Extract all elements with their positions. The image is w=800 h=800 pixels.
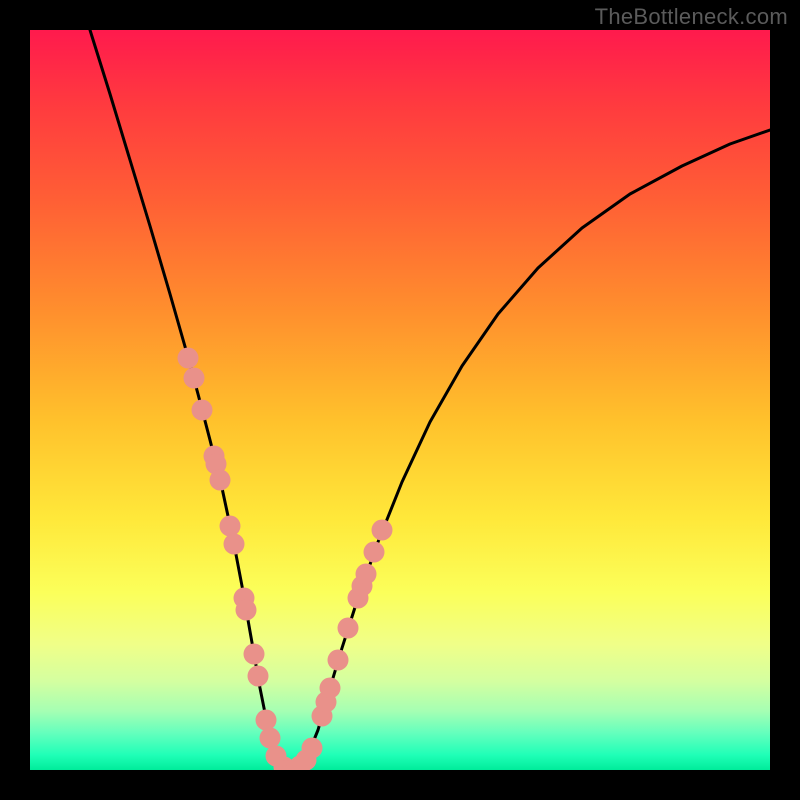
marker-right-2 <box>320 678 341 699</box>
marker-right-4 <box>338 618 359 639</box>
marker-right-9 <box>372 520 393 541</box>
curve-path <box>90 30 770 770</box>
marker-left-9 <box>236 600 257 621</box>
marker-left-0 <box>178 348 199 369</box>
marker-bottom-0 <box>256 710 277 731</box>
marker-bottom-9 <box>302 738 323 759</box>
marker-bottom-1 <box>260 728 281 749</box>
marker-left-1 <box>184 368 205 389</box>
marker-left-10 <box>244 644 265 665</box>
marker-left-6 <box>220 516 241 537</box>
marker-right-7 <box>356 564 377 585</box>
watermark-text: TheBottleneck.com <box>595 4 788 30</box>
marker-right-3 <box>328 650 349 671</box>
bottleneck-curve-chart <box>30 30 770 770</box>
marker-left-7 <box>224 534 245 555</box>
chart-frame: TheBottleneck.com <box>0 0 800 800</box>
plot-area <box>30 30 770 770</box>
marker-left-11 <box>248 666 269 687</box>
marker-left-5 <box>210 470 231 491</box>
marker-right-8 <box>364 542 385 563</box>
marker-left-2 <box>192 400 213 421</box>
